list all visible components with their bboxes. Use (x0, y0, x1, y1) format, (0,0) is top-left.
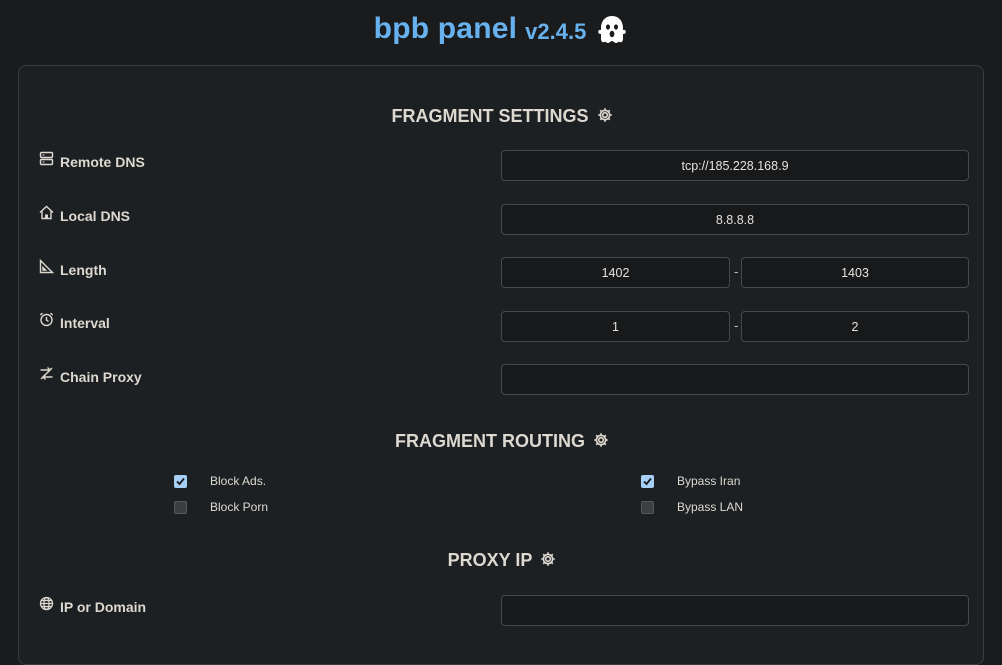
proxy-ip-title: PROXY IP (447, 550, 533, 570)
bypass-iran-option[interactable]: Bypass Iran (641, 474, 740, 488)
bypass-lan-checkbox[interactable] (641, 500, 654, 514)
ip-or-domain-label: IP or Domain (39, 596, 146, 615)
bypass-lan-option[interactable]: Bypass LAN (641, 500, 743, 514)
app-version: v2.4.5 (525, 19, 587, 44)
fragment-settings-title: FRAGMENT SETTINGS (391, 106, 589, 126)
length-range-separator: - (734, 264, 739, 279)
local-dns-label: Local DNS (39, 205, 130, 224)
settings-panel: FRAGMENT SETTINGS Remote DNS tcp://185.2… (18, 65, 984, 665)
chain-proxy-input[interactable] (501, 364, 969, 395)
chain-proxy-label: Chain Proxy (39, 366, 142, 385)
arrows-swap-icon (40, 366, 53, 380)
remote-dns-input[interactable] (501, 150, 969, 181)
gear-icon (541, 551, 556, 566)
block-ads-checkbox[interactable] (174, 474, 187, 488)
length-label: Length (39, 258, 107, 278)
block-porn-checkbox[interactable] (174, 500, 187, 514)
bypass-iran-checkbox[interactable] (641, 474, 654, 488)
remote-dns-label: Remote DNS (39, 151, 145, 170)
checkmark-icon (176, 477, 185, 485)
page-title: bpb panel v2.4.5 (0, 0, 1002, 58)
globe-icon (39, 596, 54, 610)
interval-label: Interval (39, 312, 110, 331)
ip-or-domain-input[interactable] (501, 595, 969, 626)
home-icon (39, 205, 54, 219)
fragment-routing-title: FRAGMENT ROUTING (395, 431, 585, 451)
fragment-settings-heading: FRAGMENT SETTINGS (19, 106, 985, 127)
app-title: bpb panel (373, 12, 518, 45)
alarm-clock-icon (39, 312, 54, 326)
proxy-ip-heading: PROXY IP (19, 550, 985, 571)
checkmark-icon (643, 477, 652, 485)
ghost-icon (596, 14, 628, 46)
fragment-routing-heading: FRAGMENT ROUTING (19, 431, 985, 452)
interval-max-input[interactable] (741, 311, 969, 342)
length-max-input[interactable] (741, 257, 969, 288)
ruler-triangle-icon (39, 258, 54, 273)
interval-range-separator: - (734, 318, 739, 333)
block-ads-option[interactable]: Block Ads. (174, 474, 266, 488)
gear-icon (597, 107, 612, 122)
length-min-input[interactable] (501, 257, 730, 288)
block-porn-option[interactable]: Block Porn (174, 500, 268, 514)
local-dns-input[interactable] (501, 204, 969, 235)
server-icon (39, 151, 54, 165)
interval-min-input[interactable] (501, 311, 730, 342)
gear-icon (594, 432, 608, 447)
